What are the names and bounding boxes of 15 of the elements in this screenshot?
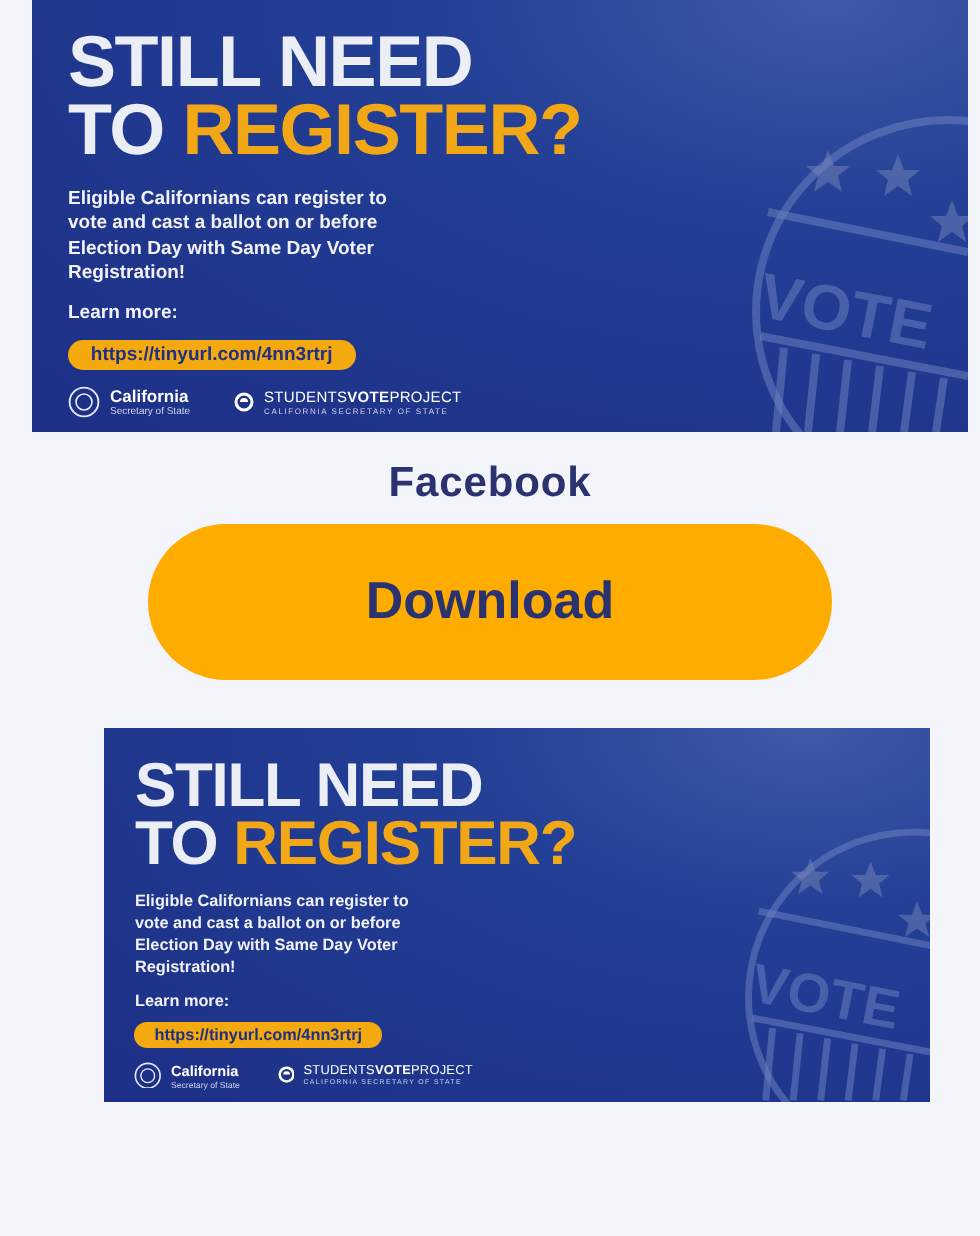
learn-more-label: Learn more:: [68, 302, 178, 325]
section-title: Facebook: [388, 459, 592, 508]
headline: STILL NEED: [134, 755, 483, 814]
circle-logo-icon: [234, 391, 255, 412]
body-text: Eligible Californians can register to vote and cast a ballot on or before Election Day with Same Day Voter Registration!: [68, 187, 389, 288]
headline: STILL NEED: [68, 28, 473, 97]
download-button[interactable]: Download: [148, 523, 832, 680]
seal-icon: [134, 1061, 163, 1089]
headline: TO REGISTER?: [134, 814, 577, 873]
body-text: Eligible Californians can register to vote and cast a ballot on or before Election Day with Same Day Voter Registration!: [134, 892, 411, 979]
seal-icon: [68, 385, 100, 418]
org-name: California: [110, 385, 191, 406]
headline: TO REGISTER?: [68, 96, 582, 165]
learn-more-label: Learn more:: [134, 991, 230, 1010]
circle-logo-icon: [277, 1066, 295, 1084]
